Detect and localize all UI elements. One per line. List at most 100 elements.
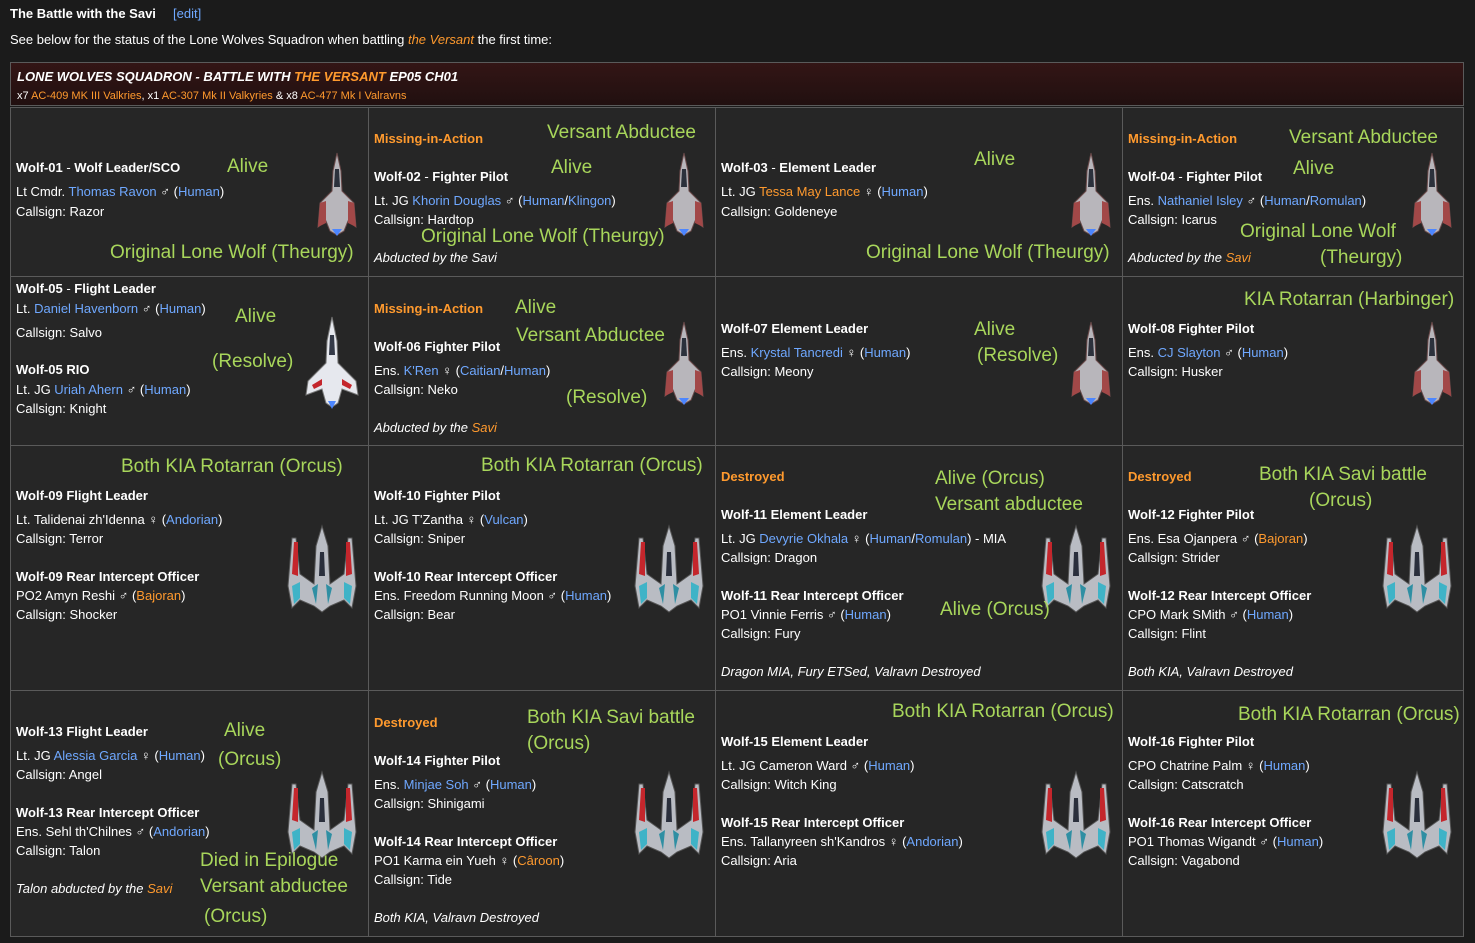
- cell-line: Callsign: Vagabond: [1128, 853, 1240, 868]
- text-span: ): [181, 588, 186, 603]
- wiki-link[interactable]: Human: [523, 193, 565, 208]
- cell-line: Both KIA, Valravn Destroyed: [374, 910, 539, 925]
- wiki-link[interactable]: Human: [178, 184, 220, 199]
- wiki-link[interactable]: CJ Slayton: [1158, 345, 1221, 360]
- wiki-link[interactable]: K'Ren: [404, 363, 439, 378]
- cell-line: Lt. JG Uriah Ahern ♂ (Human): [16, 382, 191, 397]
- status-annotation: (Theurgy): [1320, 247, 1403, 268]
- banner-versant-link[interactable]: THE VERSANT: [294, 69, 386, 84]
- wiki-link[interactable]: Savi: [1226, 250, 1251, 265]
- wiki-link[interactable]: Bajoran: [136, 588, 181, 603]
- text-span: Callsign: Angel: [16, 767, 102, 782]
- pilot-cell: Missing-in-Action Wolf-06 Fighter Pilot En…: [368, 276, 716, 446]
- status-annotation: Original Lone Wolf: [1240, 221, 1396, 242]
- text-span: Wolf-09 Rear Intercept Officer: [16, 569, 200, 584]
- wiki-link[interactable]: AC-307 Mk II Valkyries: [162, 90, 273, 102]
- wiki-link[interactable]: Uriah Ahern: [54, 382, 123, 397]
- wiki-link[interactable]: Savi: [472, 420, 497, 435]
- wiki-link[interactable]: Human: [882, 184, 924, 199]
- wiki-link[interactable]: Klingon: [568, 193, 611, 208]
- text-span: Ens.: [1128, 345, 1158, 360]
- status-annotation: Versant Abductee: [547, 122, 696, 143]
- text-span: -: [62, 281, 75, 296]
- text-span: Callsign: Razor: [16, 204, 105, 219]
- text-span: Callsign: Strider: [1128, 550, 1220, 565]
- pilot-cell: Destroyed Wolf-14 Fighter Pilot Ens. Minja…: [368, 690, 716, 937]
- wiki-link[interactable]: Thomas Ravon: [69, 184, 157, 199]
- cell-line: PO2 Amyn Reshi ♂ (Bajoran): [16, 588, 185, 603]
- wiki-link[interactable]: Vulcan: [484, 512, 523, 527]
- wiki-link[interactable]: Krystal Tancredi: [751, 345, 843, 360]
- cell-line: Wolf-09 Rear Intercept Officer: [16, 569, 199, 584]
- text-span: ): [910, 758, 915, 773]
- text-span: Wolf-14 Fighter Pilot: [374, 753, 501, 768]
- wiki-link[interactable]: Human: [1264, 193, 1306, 208]
- wiki-link[interactable]: Human: [1263, 758, 1305, 773]
- wiki-link[interactable]: Khorin Douglas: [412, 193, 501, 208]
- wiki-link[interactable]: Human: [504, 363, 546, 378]
- text-span: Callsign: Shinigami: [374, 796, 485, 811]
- cell-line: Callsign: Salvo: [16, 325, 102, 340]
- wiki-link[interactable]: Nathaniel Isley: [1158, 193, 1243, 208]
- wiki-link[interactable]: Human: [144, 382, 186, 397]
- status-annotation: Versant abductee: [935, 494, 1083, 515]
- text-span: Callsign: Bear: [374, 607, 455, 622]
- cell-line: Lt. JG Alessia Garcia ♀ (Human): [16, 748, 205, 763]
- versant-link[interactable]: the Versant: [408, 32, 474, 47]
- text-span: ): [1361, 193, 1367, 208]
- wiki-link[interactable]: Human: [490, 777, 532, 792]
- wiki-link[interactable]: Human: [868, 758, 910, 773]
- cell-line: Callsign: Goldeneye: [721, 204, 837, 219]
- cell-line: Callsign: Aria: [721, 853, 797, 868]
- text-span: ): [186, 382, 191, 397]
- cell-line: Ens. Minjae Soh ♂ (Human): [374, 777, 536, 792]
- status-annotation: Versant abductee: [200, 876, 348, 897]
- wiki-link[interactable]: Human: [159, 301, 201, 316]
- wiki-link[interactable]: Human: [159, 748, 201, 763]
- cell-line: Callsign: Bear: [374, 607, 455, 622]
- pilot-cell: Wolf-16 Fighter Pilot CPO Chatrine Palm ♀…: [1122, 690, 1464, 937]
- cell-line: Missing-in-Action: [1128, 131, 1237, 146]
- wiki-link[interactable]: Human: [1247, 607, 1289, 622]
- wiki-link[interactable]: AC-477 Mk I Valravns: [300, 90, 406, 102]
- pilot-cell: Wolf-09 Flight Leader Lt. Talidenai zh'Id…: [10, 445, 369, 691]
- wiki-link[interactable]: AC-409 MK III Valkries: [31, 90, 141, 102]
- text-span: Destroyed: [1128, 469, 1192, 484]
- text-span: x7: [17, 90, 32, 102]
- wiki-link[interactable]: Câroon: [517, 853, 560, 868]
- cell-line: Ens. K'Ren ♀ (Caitian/Human): [374, 363, 550, 378]
- text-span: ): [1318, 834, 1324, 849]
- wiki-link[interactable]: Human: [869, 531, 911, 546]
- cell-line: Destroyed: [374, 715, 438, 730]
- wiki-link[interactable]: Caitian: [460, 363, 500, 378]
- wiki-link[interactable]: Andorian: [906, 834, 958, 849]
- wiki-link[interactable]: Minjae Soh: [404, 777, 469, 792]
- banner-title-a: LONE WOLVES SQUADRON - BATTLE WITH: [17, 69, 295, 84]
- text-span: Wolf-10 Rear Intercept Officer: [374, 569, 558, 584]
- wiki-link[interactable]: Andorian: [153, 824, 205, 839]
- wiki-link[interactable]: Daniel Havenborn: [34, 301, 138, 316]
- wiki-link[interactable]: Tessa May Lance: [759, 184, 860, 199]
- wiki-link[interactable]: Romulan: [915, 531, 967, 546]
- wiki-link[interactable]: Human: [1242, 345, 1284, 360]
- pilot-cell: Wolf-03 - Element Leader Lt. JG Tessa May…: [715, 107, 1123, 277]
- wiki-link[interactable]: Savi: [147, 881, 172, 896]
- wiki-link[interactable]: Andorian: [166, 512, 218, 527]
- text-span: Lt Cmdr.: [16, 184, 69, 199]
- wiki-link[interactable]: Alessia Garcia: [54, 748, 138, 763]
- wiki-link[interactable]: Human: [845, 607, 887, 622]
- edit-link[interactable]: [edit]: [173, 6, 201, 21]
- text-span: Wolf-03: [721, 160, 768, 175]
- wiki-link[interactable]: Devyrie Okhala: [759, 531, 848, 546]
- wiki-link[interactable]: Human: [1277, 834, 1319, 849]
- wiki-link[interactable]: Bajoran: [1258, 531, 1303, 546]
- text-span: Ens.: [374, 777, 404, 792]
- cell-line: Ens. Nathaniel Isley ♂ (Human/Romulan): [1128, 193, 1366, 208]
- text-span: Destroyed: [374, 715, 438, 730]
- text-span: ): [1283, 345, 1289, 360]
- pilot-cell: Wolf-05 - Flight Leader Lt. Daniel Havenb…: [10, 276, 369, 446]
- wiki-link[interactable]: Human: [565, 588, 607, 603]
- text-span: ♂ (: [1242, 193, 1265, 208]
- wiki-link[interactable]: Human: [864, 345, 906, 360]
- wiki-link[interactable]: Romulan: [1310, 193, 1362, 208]
